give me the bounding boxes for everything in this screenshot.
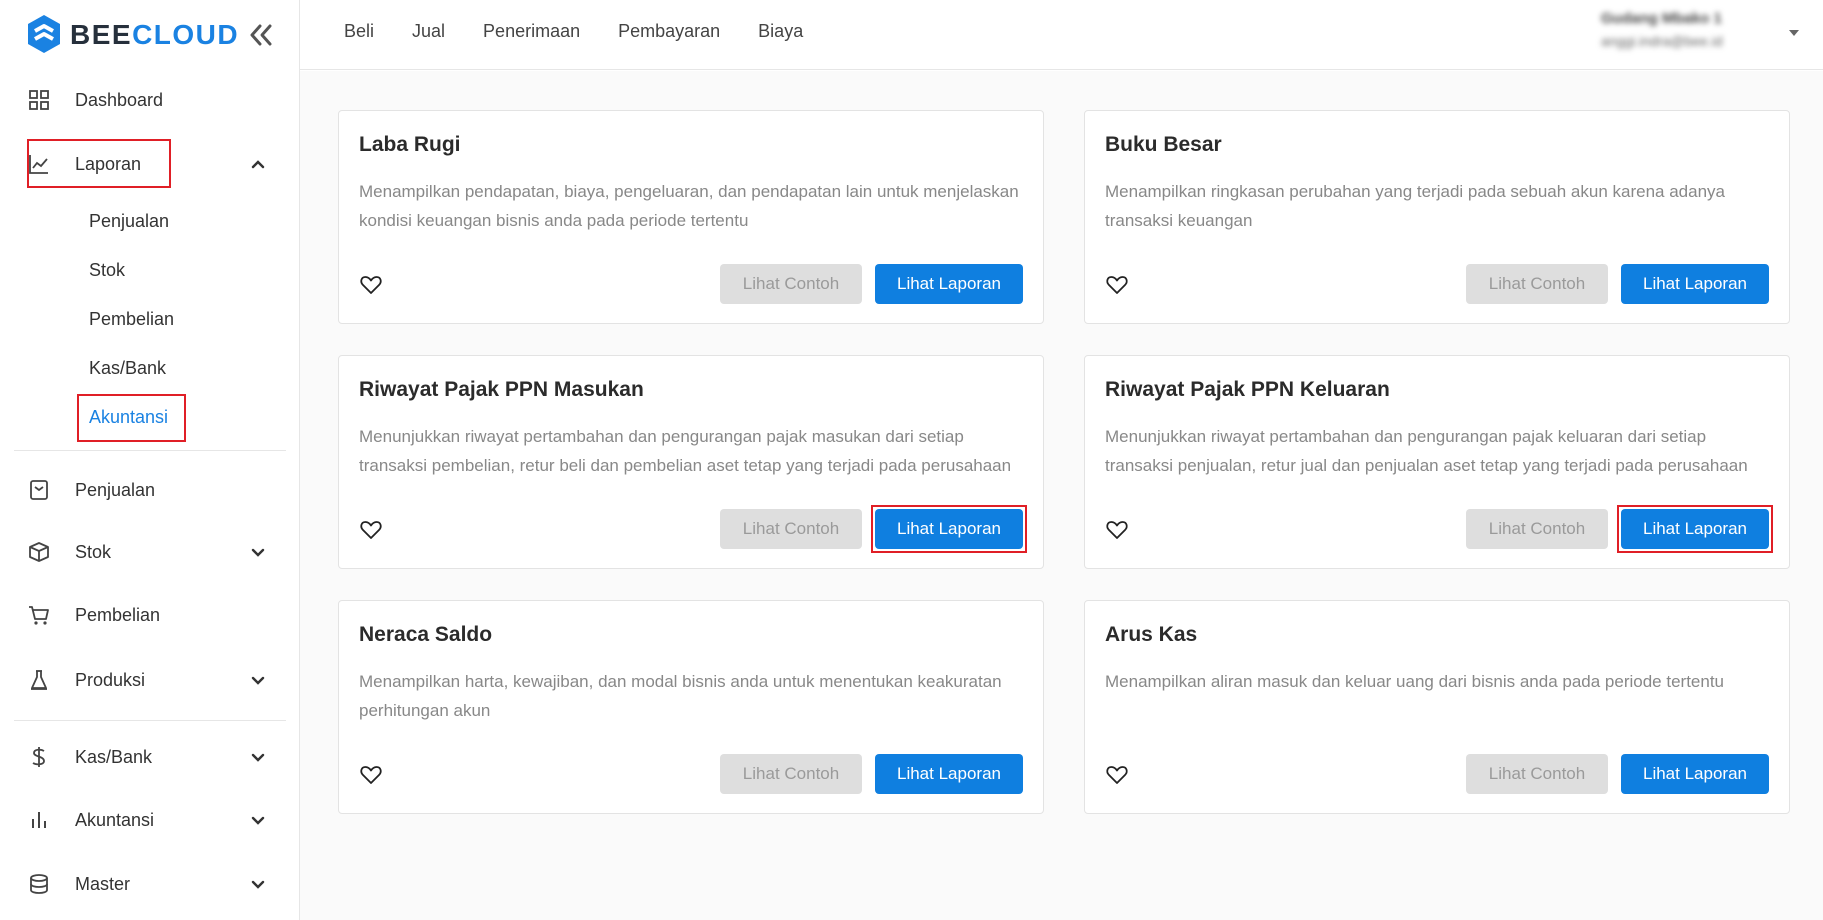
sidebar-divider (14, 450, 286, 451)
topnav-beli[interactable]: Beli (344, 21, 374, 42)
report-card-buku-besar: Buku Besar Menampilkan ringkasan perubah… (1084, 110, 1790, 324)
view-report-button[interactable]: Lihat Laporan (1621, 264, 1769, 304)
sidebar-item-master[interactable]: Master (28, 864, 268, 904)
report-card-neraca-saldo: Neraca Saldo Menampilkan harta, kewajiba… (338, 600, 1044, 814)
topnav-jual[interactable]: Jual (412, 21, 445, 42)
sidebar-item-label: Laporan (75, 153, 142, 174)
sidebar-item-label: Kas/Bank (75, 746, 153, 767)
user-email: anggi.indra@bee.id (1601, 33, 1723, 49)
laporan-sub-kas-bank[interactable]: Kas/Bank (89, 353, 166, 383)
chevron-down-icon (251, 753, 265, 762)
card-title: Laba Rugi (359, 133, 461, 156)
sidebar-item-label: Produksi (75, 669, 146, 690)
sidebar-item-akuntansi[interactable]: Akuntansi (28, 800, 268, 840)
heart-icon[interactable] (1105, 273, 1129, 297)
view-sample-button[interactable]: Lihat Contoh (1466, 509, 1608, 549)
view-report-button[interactable]: Lihat Laporan (875, 264, 1023, 304)
card-description: Menunjukkan riwayat pertambahan dan peng… (1105, 427, 1748, 475)
flask-icon (31, 670, 47, 690)
report-card-ppn-masukan: Riwayat Pajak PPN Masukan Menunjukkan ri… (338, 355, 1044, 569)
brand-logo[interactable]: BEECLOUD (26, 14, 276, 54)
cart-icon (29, 606, 49, 625)
topnav-biaya[interactable]: Biaya (758, 21, 803, 42)
sidebar-item-label: Pembelian (75, 604, 161, 625)
card-title: Buku Besar (1105, 133, 1222, 156)
view-report-button[interactable]: Lihat Laporan (875, 509, 1023, 549)
sidebar-divider (14, 720, 286, 721)
laporan-sub-akuntansi[interactable]: Akuntansi (89, 402, 168, 432)
sidebar-item-label: Penjualan (75, 479, 156, 500)
topnav-pembayaran[interactable]: Pembayaran (618, 21, 720, 42)
card-description: Menampilkan ringkasan perubahan yang ter… (1105, 182, 1725, 230)
heart-icon[interactable] (359, 518, 383, 542)
card-title: Riwayat Pajak PPN Masukan (359, 378, 644, 401)
top-navigation: Beli Jual Penerimaan Pembayaran Biaya (344, 21, 841, 42)
chevron-down-icon (251, 816, 265, 825)
sidebar-item-pembelian[interactable]: Pembelian (28, 595, 268, 635)
box-icon (29, 542, 49, 562)
sidebar-item-label: Akuntansi (75, 809, 155, 830)
sidebar-item-stok[interactable]: Stok (28, 532, 268, 572)
view-sample-button[interactable]: Lihat Contoh (720, 754, 862, 794)
brand-name-cloud: CLOUD (132, 19, 240, 50)
beecloud-logo-icon (28, 15, 60, 53)
card-description: Menampilkan aliran masuk dan keluar uang… (1105, 672, 1724, 691)
line-chart-icon (29, 155, 48, 174)
view-report-button[interactable]: Lihat Laporan (1621, 754, 1769, 794)
laporan-sub-pembelian[interactable]: Pembelian (89, 304, 174, 334)
caret-down-icon[interactable] (1787, 26, 1801, 40)
sidebar-item-label: Master (75, 873, 131, 894)
bar-chart-icon (32, 812, 46, 828)
view-sample-button[interactable]: Lihat Contoh (720, 264, 862, 304)
report-card-arus-kas: Arus Kas Menampilkan aliran masuk dan ke… (1084, 600, 1790, 814)
card-description: Menunjukkan riwayat pertambahan dan peng… (359, 427, 1012, 475)
heart-icon[interactable] (359, 273, 383, 297)
card-title: Neraca Saldo (359, 623, 493, 646)
heart-icon[interactable] (359, 763, 383, 787)
database-icon (30, 874, 48, 894)
card-title: Arus Kas (1105, 623, 1198, 646)
brand-name: BEECLOUD (70, 19, 239, 51)
topnav-penerimaan[interactable]: Penerimaan (483, 21, 580, 42)
sidebar-item-label: Dashboard (75, 89, 164, 110)
chevron-up-icon (251, 160, 265, 169)
chevron-down-icon (251, 676, 265, 685)
collapse-sidebar-icon[interactable] (246, 20, 276, 50)
view-report-button[interactable]: Lihat Laporan (875, 754, 1023, 794)
view-sample-button[interactable]: Lihat Contoh (1466, 754, 1608, 794)
receipt-icon (30, 480, 48, 500)
sidebar: BEECLOUD Dashboard Laporan Penjualan Sto… (0, 0, 300, 920)
sidebar-item-produksi[interactable]: Produksi (28, 660, 268, 700)
card-title: Riwayat Pajak PPN Keluaran (1105, 378, 1390, 401)
sidebar-item-laporan[interactable]: Laporan (28, 144, 268, 184)
view-report-button[interactable]: Lihat Laporan (1621, 509, 1769, 549)
laporan-sub-penjualan[interactable]: Penjualan (89, 206, 169, 236)
heart-icon[interactable] (1105, 518, 1129, 542)
sidebar-item-label: Stok (75, 541, 112, 562)
sidebar-item-dashboard[interactable]: Dashboard (28, 80, 268, 120)
chevron-down-icon (251, 548, 265, 557)
heart-icon[interactable] (1105, 763, 1129, 787)
grid-icon (29, 90, 49, 110)
brand-name-bee: BEE (70, 19, 133, 50)
report-grid: Laba Rugi Menampilkan pendapatan, biaya,… (300, 71, 1823, 920)
chevron-down-icon (251, 880, 265, 889)
sidebar-item-kas-bank[interactable]: Kas/Bank (28, 737, 268, 777)
report-card-laba-rugi: Laba Rugi Menampilkan pendapatan, biaya,… (338, 110, 1044, 324)
topbar: Beli Jual Penerimaan Pembayaran Biaya Gu… (300, 0, 1823, 70)
card-description: Menampilkan harta, kewajiban, dan modal … (359, 672, 1002, 720)
view-sample-button[interactable]: Lihat Contoh (1466, 264, 1608, 304)
card-description: Menampilkan pendapatan, biaya, pengeluar… (359, 182, 1019, 230)
report-card-ppn-keluaran: Riwayat Pajak PPN Keluaran Menunjukkan r… (1084, 355, 1790, 569)
view-sample-button[interactable]: Lihat Contoh (720, 509, 862, 549)
sidebar-item-penjualan[interactable]: Penjualan (28, 470, 268, 510)
laporan-sub-stok[interactable]: Stok (89, 255, 125, 285)
user-menu[interactable]: Gudang Mbako 1 anggi.indra@bee.id (1601, 10, 1771, 49)
user-name: Gudang Mbako 1 (1601, 10, 1722, 27)
dollar-icon (32, 747, 45, 767)
